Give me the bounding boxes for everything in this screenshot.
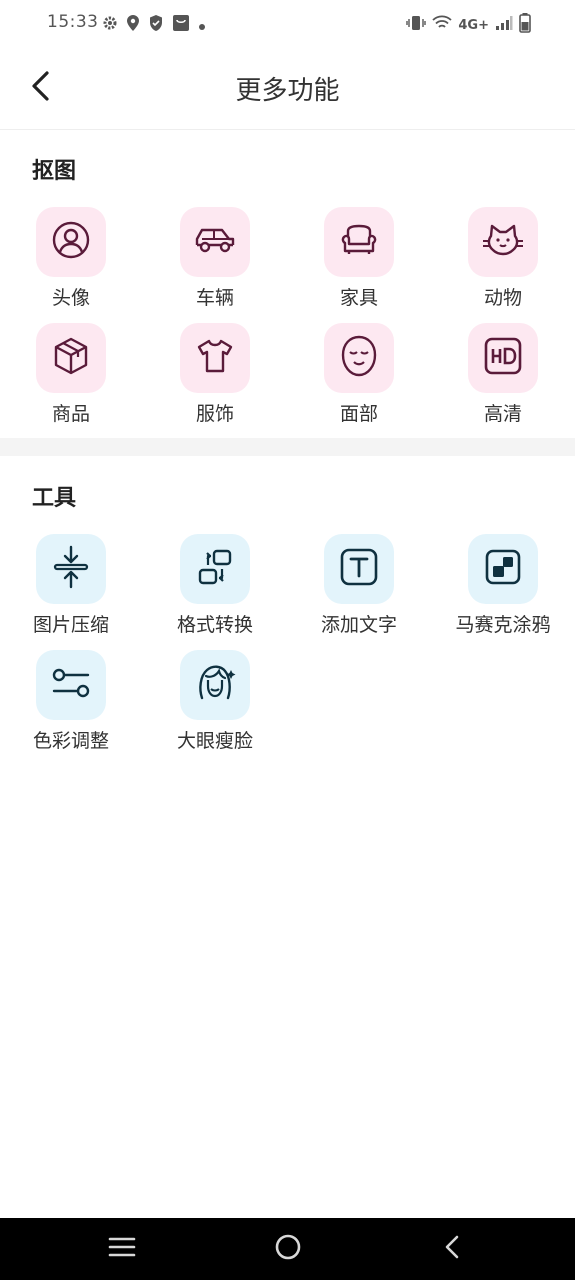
network-type: 4G+ xyxy=(458,17,489,33)
back-triangle-icon xyxy=(442,1234,462,1264)
tile-label: 商品 xyxy=(51,403,90,425)
tile-label: 车辆 xyxy=(195,287,234,309)
tile-label: 格式转换 xyxy=(176,614,253,636)
sliders-icon xyxy=(51,666,91,704)
compress-icon xyxy=(53,545,89,593)
tile-compress[interactable]: 图片压缩 xyxy=(16,534,126,644)
tile-label: 色彩调整 xyxy=(32,730,109,752)
tile-label: 图片压缩 xyxy=(32,614,109,636)
tile-clothing[interactable]: 服饰 xyxy=(160,323,270,433)
menu-icon xyxy=(108,1236,136,1262)
tile-product[interactable]: 商品 xyxy=(16,323,126,433)
nav-home-button[interactable] xyxy=(266,1230,310,1268)
tile-color-adjust[interactable]: 色彩调整 xyxy=(16,650,126,760)
face-icon xyxy=(341,335,377,381)
car-icon xyxy=(193,223,237,261)
vibrate-icon xyxy=(406,15,427,35)
tile-avatar[interactable]: 头像 xyxy=(16,207,126,317)
tile-label: 添加文字 xyxy=(320,614,397,636)
system-nav-bar xyxy=(0,1218,575,1280)
tile-beauty[interactable]: 大眼瘦脸 xyxy=(160,650,270,760)
page-title: 更多功能 xyxy=(235,76,340,106)
cat-icon xyxy=(481,222,525,262)
tile-face[interactable]: 面部 xyxy=(304,323,414,433)
hd-icon xyxy=(484,337,522,379)
tile-convert[interactable]: 格式转换 xyxy=(160,534,270,644)
tile-label: 面部 xyxy=(339,403,378,425)
tile-hd[interactable]: 高清 xyxy=(448,323,558,433)
tile-label: 家具 xyxy=(339,287,378,309)
tile-add-text[interactable]: 添加文字 xyxy=(304,534,414,644)
status-time: 15:33 xyxy=(47,12,99,32)
sofa-icon xyxy=(339,222,379,262)
signal-icon xyxy=(495,15,513,35)
text-icon xyxy=(340,548,378,590)
tile-mosaic[interactable]: 马赛克涂鸦 xyxy=(448,534,558,644)
dot-icon xyxy=(198,16,206,35)
mosaic-icon xyxy=(485,549,521,589)
tile-label: 马赛克涂鸦 xyxy=(455,614,551,636)
beauty-face-icon xyxy=(194,662,236,708)
tools-section-title: 工具 xyxy=(32,486,77,511)
nav-menu-button[interactable] xyxy=(100,1230,144,1268)
tile-car[interactable]: 车辆 xyxy=(160,207,270,317)
bag-icon xyxy=(172,14,190,36)
status-bar: 15:33 4G+ xyxy=(0,0,575,48)
battery-icon xyxy=(519,13,531,37)
section-divider xyxy=(0,438,575,456)
tile-label: 高清 xyxy=(483,403,522,425)
shirt-icon xyxy=(195,338,235,378)
location-icon xyxy=(126,14,140,36)
app-bar: 更多功能 xyxy=(0,48,575,130)
home-circle-icon xyxy=(274,1233,302,1265)
tile-label: 大眼瘦脸 xyxy=(176,730,253,752)
tile-label: 服饰 xyxy=(195,403,234,425)
nav-back-button[interactable] xyxy=(430,1230,474,1268)
avatar-icon xyxy=(52,221,90,263)
wifi-icon xyxy=(432,15,453,35)
tile-label: 头像 xyxy=(51,287,90,309)
shield-icon xyxy=(148,14,164,36)
box-icon xyxy=(52,336,90,380)
convert-icon xyxy=(196,548,234,590)
cutout-section-title: 抠图 xyxy=(32,159,77,184)
tile-label: 动物 xyxy=(483,287,522,309)
tile-furniture[interactable]: 家具 xyxy=(304,207,414,317)
tile-animal[interactable]: 动物 xyxy=(448,207,558,317)
gear-icon xyxy=(102,15,118,35)
